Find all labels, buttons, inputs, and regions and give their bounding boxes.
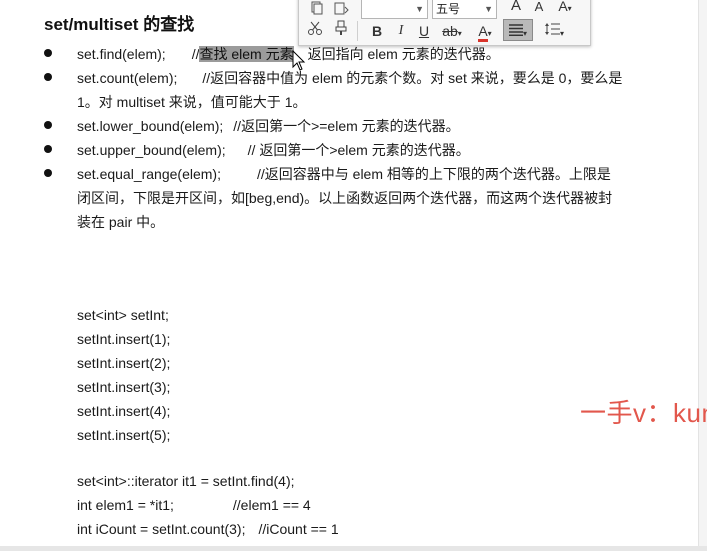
code-line[interactable]: setInt.insert(3); <box>77 375 170 399</box>
code-text: set.equal_range(elem); <box>77 166 221 182</box>
align-justify-icon <box>508 24 523 37</box>
chevron-down-icon: ▼ <box>415 4 424 14</box>
code-line[interactable]: int elem1 = *it1; //elem1 == 4 <box>77 493 311 517</box>
code-text: set.upper_bound(elem); <box>77 142 226 158</box>
code-text: int iCount = setInt.count(3); <box>77 521 246 537</box>
bullet-dot <box>44 73 52 81</box>
comment-text: //返回容器中值为 elem 的元素个数。对 set 来说，要么是 0，要么是 <box>202 70 623 86</box>
bullet-2-line[interactable]: set.count(elem); //返回容器中值为 elem 的元素个数。对 s… <box>77 66 622 90</box>
chevron-down-icon: ▾ <box>567 4 572 13</box>
code-comment: //elem1 == 4 <box>232 497 311 513</box>
code-line[interactable]: set<int> setInt; <box>77 303 169 327</box>
code-text: set.count(elem); <box>77 70 178 86</box>
code-line[interactable]: int iCount = setInt.count(3); //iCount ==… <box>77 517 339 541</box>
status-strip <box>0 546 707 551</box>
chevron-down-icon: ▾ <box>487 29 492 38</box>
code-line[interactable]: setInt.insert(5); <box>77 423 170 447</box>
toolbar-row-2: B I U ab▾ A▾ ▾ ▾ <box>299 17 590 43</box>
comment-text: ，返回指向 elem 元素的迭代器。 <box>293 46 500 62</box>
code-line[interactable]: setInt.insert(4); <box>77 399 170 423</box>
code-text: int elem1 = *it1; <box>77 497 174 513</box>
align-button[interactable]: ▾ <box>503 19 533 41</box>
page-title: set/multiset 的查找 <box>44 15 195 34</box>
bullet-5-line[interactable]: set.equal_range(elem); //返回容器中与 elem 相等的上… <box>77 162 611 186</box>
chevron-down-icon: ▾ <box>457 29 462 38</box>
cut-icon[interactable] <box>303 20 327 42</box>
line-spacing-icon <box>544 23 560 35</box>
bold-button[interactable]: B <box>365 20 389 42</box>
strikethrough-icon: ab <box>442 23 458 39</box>
watermark: 一手v：kunl <box>580 398 707 428</box>
comment-text: //返回容器中与 elem 相等的上下限的两个迭代器。上限是 <box>256 166 611 182</box>
font-color-icon: A <box>478 24 488 42</box>
bullet-2-line-2[interactable]: 1。对 multiset 来说，值可能大于 1。 <box>77 90 306 114</box>
format-painter-icon[interactable] <box>329 20 353 42</box>
selected-text[interactable]: 查找 elem 元素 <box>199 46 294 62</box>
bullet-5-line-2[interactable]: 闭区间，下限是开区间，如[beg,end)。以上函数返回两个迭代器，而这两个迭代… <box>77 186 612 210</box>
bold-icon: B <box>371 23 383 39</box>
code-text: set.find(elem); <box>77 46 166 62</box>
toolbar-separator <box>357 21 358 41</box>
shrink-font-icon: A <box>534 0 544 14</box>
bullet-3-line[interactable]: set.lower_bound(elem); //返回第一个>=elem 元素的迭… <box>77 114 460 138</box>
comment-text: //返回第一个>=elem 元素的迭代器。 <box>233 118 460 134</box>
code-line[interactable]: setInt.insert(2); <box>77 351 170 375</box>
chevron-down-icon: ▾ <box>559 29 564 38</box>
mouse-cursor-icon <box>292 49 306 77</box>
chevron-down-icon: ▼ <box>484 4 493 14</box>
grow-font-icon: A <box>510 0 521 14</box>
bullet-dot <box>44 169 52 177</box>
grow-font-button[interactable]: A <box>504 0 528 17</box>
underline-icon: U <box>418 23 430 39</box>
font-color-button[interactable]: A▾ <box>471 20 499 42</box>
bullet-dot <box>44 145 52 153</box>
italic-button[interactable]: I <box>389 20 413 42</box>
bullet-dot <box>44 49 52 57</box>
scrollbar-track[interactable] <box>698 0 707 551</box>
line-spacing-button[interactable]: ▾ <box>539 20 569 42</box>
shrink-font-button[interactable]: A <box>527 0 551 18</box>
bullet-dot <box>44 121 52 129</box>
bullet-5-line-3[interactable]: 装在 pair 中。 <box>77 210 164 234</box>
clear-format-icon: A <box>558 0 568 14</box>
underline-button[interactable]: U <box>412 20 436 42</box>
mini-formatting-toolbar[interactable]: ▼ 五号 ▼ A A A▾ B I U ab▾ A▾ ▾ ▾ <box>298 0 591 46</box>
strikethrough-button[interactable]: ab▾ <box>437 20 467 42</box>
comment-text: // 返回第一个>elem 元素的迭代器。 <box>247 142 470 158</box>
clear-format-button[interactable]: A▾ <box>553 0 577 17</box>
font-size-value: 五号 <box>436 2 461 16</box>
bullet-4-line[interactable]: set.upper_bound(elem); // 返回第一个>elem 元素的迭… <box>77 138 470 162</box>
code-line[interactable]: setInt.insert(1); <box>77 327 170 351</box>
chevron-down-icon: ▾ <box>522 29 527 38</box>
code-line[interactable]: set<int>::iterator it1 = setInt.find(4); <box>77 469 295 493</box>
code-text: set.lower_bound(elem); <box>77 118 224 134</box>
code-comment: //iCount == 1 <box>258 521 339 537</box>
italic-icon: I <box>398 23 404 38</box>
